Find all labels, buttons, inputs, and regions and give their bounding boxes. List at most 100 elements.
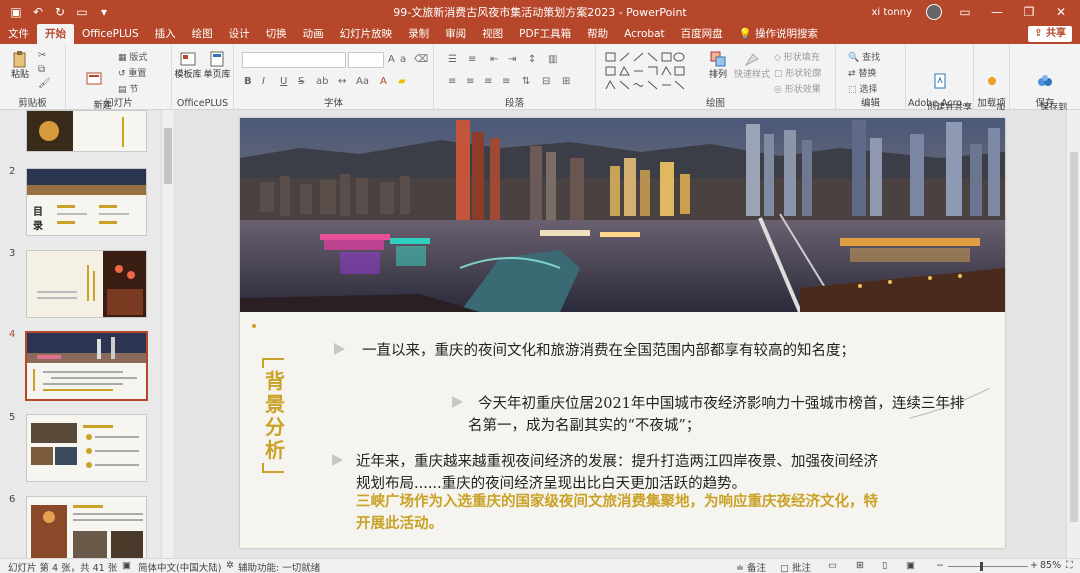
cut-icon[interactable]: ✂ — [38, 50, 46, 61]
spelling-icon[interactable]: ▣ — [122, 560, 131, 571]
comments-button[interactable]: ▢ 批注 — [780, 560, 811, 573]
save-icon[interactable]: ▣ — [8, 5, 24, 19]
tell-me-search[interactable]: 💡 操作说明搜索 — [731, 24, 826, 44]
ribbon-display-icon[interactable]: ▭ — [956, 5, 974, 19]
reset-button[interactable]: ↺ 重置 — [118, 66, 146, 79]
char-spacing-icon[interactable]: ↔ — [338, 76, 346, 87]
copy-icon[interactable]: ⧉ — [38, 64, 45, 75]
find-button[interactable]: 🔍 查找 — [848, 50, 880, 63]
shape-outline-button[interactable]: ▢ 形状轮廓 — [774, 66, 821, 79]
slide-thumbnail-4-selected[interactable] — [25, 331, 148, 401]
user-name[interactable]: xi tonny — [871, 7, 912, 18]
bold-button[interactable]: B — [244, 76, 252, 87]
layout-button[interactable]: ▦ 版式 — [118, 50, 147, 63]
increase-font-icon[interactable]: A — [388, 54, 395, 65]
canvas-scroll-thumb[interactable] — [1070, 152, 1078, 522]
format-painter-icon[interactable]: 🖌 — [38, 78, 51, 89]
zoom-in-icon[interactable]: + — [1030, 560, 1038, 571]
slideshow-view-icon[interactable]: ▣ — [906, 560, 915, 571]
align-right-icon[interactable]: ≡ — [484, 76, 492, 87]
canvas-scrollbar[interactable] — [1066, 110, 1080, 558]
zoom-slider[interactable] — [948, 566, 1028, 567]
tab-home[interactable]: 开始 — [37, 24, 74, 44]
thumbnails-scrollbar[interactable] — [161, 110, 173, 558]
tab-help[interactable]: 帮助 — [579, 24, 616, 44]
restore-icon[interactable]: ❐ — [1020, 5, 1038, 19]
slide-thumbnail-3[interactable] — [26, 250, 147, 318]
line-spacing-icon[interactable]: ↕ — [528, 54, 536, 65]
accessibility-status[interactable]: 辅助功能: 一切就绪 — [238, 560, 320, 573]
chongqing-night-photo[interactable] — [240, 118, 1005, 312]
tab-file[interactable]: 文件 — [0, 24, 37, 44]
clear-formatting-icon[interactable]: ⌫ — [414, 54, 428, 65]
slide-thumbnail-2[interactable]: 目录 — [26, 168, 147, 236]
numbering-icon[interactable]: ≡ — [468, 54, 476, 65]
decrease-font-icon[interactable]: a — [400, 54, 406, 65]
strikethrough-button[interactable]: S — [298, 76, 304, 87]
font-name-combobox[interactable] — [242, 52, 346, 68]
align-center-icon[interactable]: ≡ — [466, 76, 474, 87]
text-direction-icon[interactable]: ⇅ — [522, 76, 530, 87]
zoom-out-icon[interactable]: − — [936, 560, 944, 571]
accessibility-icon[interactable]: ✲ — [226, 560, 234, 571]
section-button[interactable]: ▤ 节 — [118, 82, 138, 95]
shadow-button[interactable]: ab — [316, 76, 328, 87]
normal-view-icon[interactable]: ▭ — [828, 560, 837, 571]
quick-styles-button[interactable]: 快速样式 — [734, 50, 770, 81]
tab-acrobat[interactable]: Acrobat — [616, 24, 673, 44]
highlight-icon[interactable]: ▰ — [398, 76, 406, 87]
tab-officeplus[interactable]: OfficePLUS — [74, 24, 147, 44]
share-button[interactable]: ⇪ 共享 — [1028, 26, 1072, 42]
tab-baidu-netdisk[interactable]: 百度网盘 — [673, 24, 731, 44]
paragraph-3[interactable]: 近年来，重庆越来越重视夜间经济的发展：提升打造两江四岸夜景、加强夜间经济规划布局… — [356, 451, 886, 495]
font-size-combobox[interactable] — [348, 52, 384, 68]
paragraph-4-highlight[interactable]: 三峡广场作为入选重庆的国家级夜间文旅消费集聚地，为响应重庆夜经济文化，特开展此活… — [356, 491, 886, 535]
slide-thumbnail-6[interactable] — [26, 496, 147, 558]
minimize-icon[interactable]: — — [988, 5, 1006, 19]
reading-view-icon[interactable]: ▯ — [882, 560, 887, 571]
current-slide[interactable]: 背景分析 一直以来，重庆的夜间文化和旅游消费在全国范围内部都享有较高的知名度； … — [240, 118, 1005, 548]
zoom-slider-thumb[interactable] — [980, 562, 983, 571]
increase-indent-icon[interactable]: ⇥ — [508, 54, 516, 65]
avatar[interactable] — [926, 4, 942, 20]
thumbnails-scroll-thumb[interactable] — [164, 128, 172, 184]
tab-view[interactable]: 视图 — [474, 24, 511, 44]
customize-icon[interactable]: ▾ — [96, 5, 112, 19]
undo-icon[interactable]: ↶ — [30, 5, 46, 19]
underline-button[interactable]: U — [280, 76, 287, 87]
smartart-icon[interactable]: ⊞ — [562, 76, 570, 87]
template-library-button[interactable]: 模板库 — [174, 50, 202, 81]
align-left-icon[interactable]: ≡ — [448, 76, 456, 87]
arrange-button[interactable]: 排列 — [704, 50, 732, 81]
start-slideshow-icon[interactable]: ▭ — [74, 5, 90, 19]
italic-button[interactable]: I — [262, 76, 265, 87]
close-icon[interactable]: ✕ — [1052, 5, 1070, 19]
zoom-level[interactable]: 85% — [1040, 560, 1061, 571]
language-status[interactable]: 简体中文(中国大陆) — [138, 560, 221, 573]
shape-fill-button[interactable]: ◇ 形状填充 — [774, 50, 820, 63]
shape-effects-button[interactable]: ◎ 形状效果 — [774, 82, 821, 95]
tab-transitions[interactable]: 切换 — [258, 24, 295, 44]
columns-icon[interactable]: ▥ — [548, 54, 557, 65]
align-text-icon[interactable]: ⊟ — [542, 76, 550, 87]
paragraph-2[interactable]: 今天年初重庆位居2021年中国城市夜经济影响力十强城市榜首，连续三年排名第一，成… — [468, 393, 974, 437]
paste-button[interactable]: 粘贴 — [6, 50, 34, 81]
decrease-indent-icon[interactable]: ⇤ — [490, 54, 498, 65]
slide-sorter-icon[interactable]: ⊞ — [856, 560, 864, 571]
tab-pdf-toolbox[interactable]: PDF工具箱 — [511, 24, 579, 44]
replace-button[interactable]: ⇄ 替换 — [848, 66, 876, 79]
shapes-gallery[interactable] — [604, 50, 686, 94]
tab-design[interactable]: 设计 — [221, 24, 258, 44]
tab-slideshow[interactable]: 幻灯片放映 — [332, 24, 401, 44]
slide-thumbnail-5[interactable] — [26, 414, 147, 482]
tab-draw[interactable]: 绘图 — [184, 24, 221, 44]
tab-review[interactable]: 审阅 — [437, 24, 474, 44]
change-case-icon[interactable]: Aa — [356, 76, 369, 87]
tab-insert[interactable]: 插入 — [147, 24, 184, 44]
font-color-icon[interactable]: A — [380, 76, 387, 87]
justify-icon[interactable]: ≡ — [502, 76, 510, 87]
single-page-library-button[interactable]: 单页库 — [203, 50, 231, 81]
bullets-icon[interactable]: ☰ — [448, 54, 457, 65]
slide-thumbnail-1[interactable] — [26, 110, 147, 152]
select-button[interactable]: ⬚ 选择 — [848, 82, 877, 95]
